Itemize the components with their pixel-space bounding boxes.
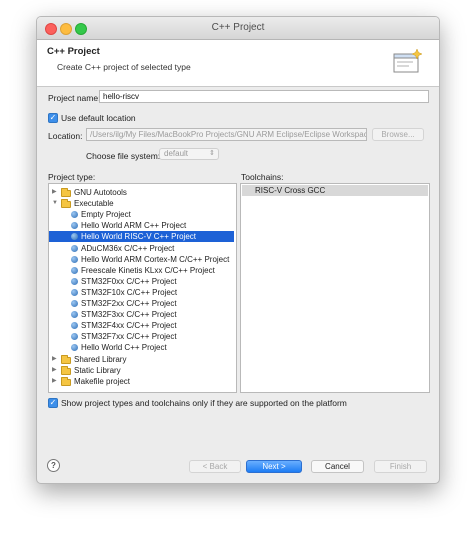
wizard-page-title: C++ Project [47, 46, 100, 57]
tree-item-label: Hello World C++ Project [81, 343, 167, 353]
tree-item-label: Empty Project [81, 210, 131, 220]
tree-project-type-item[interactable]: STM32F0xx C/C++ Project [49, 276, 234, 287]
project-type-icon [71, 233, 78, 241]
location-input[interactable]: /Users/ilg/My Files/MacBookPro Projects/… [86, 128, 367, 141]
tree-folder-item[interactable]: ▶ Shared Library [49, 354, 234, 365]
tree-item-label: STM32F0xx C/C++ Project [81, 276, 177, 286]
project-type-icon [71, 277, 78, 285]
wizard-banner-icon [393, 48, 423, 73]
tree-item-label: Executable [74, 199, 114, 209]
toolchains-label: Toolchains: [241, 172, 284, 182]
project-type-icon [71, 222, 78, 230]
project-type-tree[interactable]: ▶ GNU Autotools ▼ Executable Empty Project He… [48, 183, 237, 393]
tree-project-type-item[interactable]: STM32F10x C/C++ Project [49, 287, 234, 298]
tree-item-label: Shared Library [74, 354, 127, 364]
toolchain-item[interactable]: RISC-V Cross GCC [242, 185, 428, 196]
project-type-icon [71, 322, 78, 330]
project-type-label: Project type: [48, 172, 96, 182]
window-title: C++ Project [211, 22, 265, 33]
new-project-dialog: C++ Project C++ Project Create C++ proje… [36, 16, 440, 484]
tree-project-type-item[interactable]: ADuCM36x C/C++ Project [49, 243, 234, 254]
disclosure-collapsed-icon[interactable]: ▶ [52, 187, 60, 198]
folder-icon [61, 188, 71, 197]
wizard-page-description: Create C++ project of selected type [57, 62, 191, 72]
tree-item-label: STM32F3xx C/C++ Project [81, 310, 177, 320]
tree-folder-item[interactable]: ▶ GNU Autotools [49, 187, 234, 198]
tree-project-type-item[interactable]: Hello World ARM C++ Project [49, 220, 234, 231]
browse-button[interactable]: Browse... [372, 128, 424, 141]
tree-item-label: GNU Autotools [74, 188, 127, 197]
project-type-icon [71, 255, 78, 263]
folder-icon [61, 199, 71, 209]
tree-project-type-item[interactable]: Freescale Kinetis KLxx C/C++ Project [49, 265, 234, 276]
project-type-icon [71, 266, 78, 274]
project-type-icon [71, 288, 78, 296]
toolchains-list[interactable]: RISC-V Cross GCC [240, 183, 430, 393]
file-system-select[interactable]: default ⇕ [159, 148, 219, 160]
disclosure-collapsed-icon[interactable]: ▶ [52, 354, 60, 365]
tree-project-type-item[interactable]: Hello World C++ Project [49, 342, 234, 353]
next-button[interactable]: Next > [246, 460, 302, 473]
back-button[interactable]: < Back [189, 460, 241, 473]
folder-icon [61, 376, 71, 386]
file-system-label: Choose file system: [86, 151, 161, 161]
folder-icon [61, 365, 71, 375]
tree-item-label: Static Library [74, 365, 121, 375]
project-type-icon [71, 311, 78, 319]
tree-item-label: ADuCM36x C/C++ Project [81, 243, 175, 253]
tree-project-type-item[interactable]: STM32F3xx C/C++ Project [49, 309, 234, 320]
tree-item-label: Hello World ARM C++ Project [81, 221, 187, 231]
chevron-updown-icon: ⇕ [209, 150, 215, 157]
disclosure-collapsed-icon[interactable]: ▶ [52, 365, 60, 376]
tree-project-type-item[interactable]: Empty Project [49, 209, 234, 220]
tree-item-label: Hello World RISC-V C++ Project [81, 232, 196, 242]
project-type-icon [71, 344, 78, 352]
show-supported-only-label: Show project types and toolchains only i… [61, 398, 347, 408]
disclosure-collapsed-icon[interactable]: ▶ [52, 376, 60, 387]
tree-item-label: Freescale Kinetis KLxx C/C++ Project [81, 265, 215, 275]
tree-item-label: Hello World ARM Cortex-M C/C++ Project [81, 254, 230, 264]
tree-folder-item[interactable]: ▶ Static Library [49, 365, 234, 376]
tree-item-label: STM32F4xx C/C++ Project [81, 321, 177, 331]
project-type-icon [71, 333, 78, 341]
tree-project-type-item[interactable]: Hello World RISC-V C++ Project [49, 231, 234, 243]
project-type-icon [71, 211, 78, 219]
project-name-label: Project name: [48, 93, 101, 103]
tree-item-label: STM32F2xx C/C++ Project [81, 299, 177, 308]
wizard-banner: C++ Project Create C++ project of select… [37, 40, 439, 87]
tree-folder-item[interactable]: ▼ Executable [49, 198, 234, 209]
location-label: Location: [48, 131, 83, 141]
finish-button[interactable]: Finish [374, 460, 427, 473]
show-supported-only-checkbox[interactable]: ✓ [48, 398, 58, 408]
file-system-value: default [164, 149, 189, 158]
tree-item-label: Makefile project [74, 376, 131, 386]
folder-icon [61, 354, 71, 364]
cancel-button[interactable]: Cancel [311, 460, 364, 473]
tree-project-type-item[interactable]: STM32F4xx C/C++ Project [49, 320, 234, 331]
toolchain-item-label: RISC-V Cross GCC [255, 186, 326, 195]
help-icon[interactable]: ? [47, 459, 60, 472]
tree-item-label: STM32F10x C/C++ Project [81, 287, 178, 297]
project-type-icon [71, 300, 78, 307]
tree-project-type-item[interactable]: STM32F2xx C/C++ Project [49, 298, 234, 309]
tree-project-type-item[interactable]: Hello World ARM Cortex-M C/C++ Project [49, 254, 234, 265]
tree-item-label: STM32F7xx C/C++ Project [81, 332, 177, 342]
use-default-location-label: Use default location [61, 113, 136, 123]
use-default-location-checkbox[interactable]: ✓ [48, 113, 58, 123]
tree-folder-item[interactable]: ▶ Makefile project [49, 376, 234, 387]
disclosure-expanded-icon[interactable]: ▼ [52, 198, 60, 209]
project-name-input[interactable] [99, 90, 429, 103]
project-type-icon [71, 244, 78, 252]
tree-project-type-item[interactable]: STM32F7xx C/C++ Project [49, 331, 234, 342]
title-bar[interactable]: C++ Project [37, 17, 439, 40]
